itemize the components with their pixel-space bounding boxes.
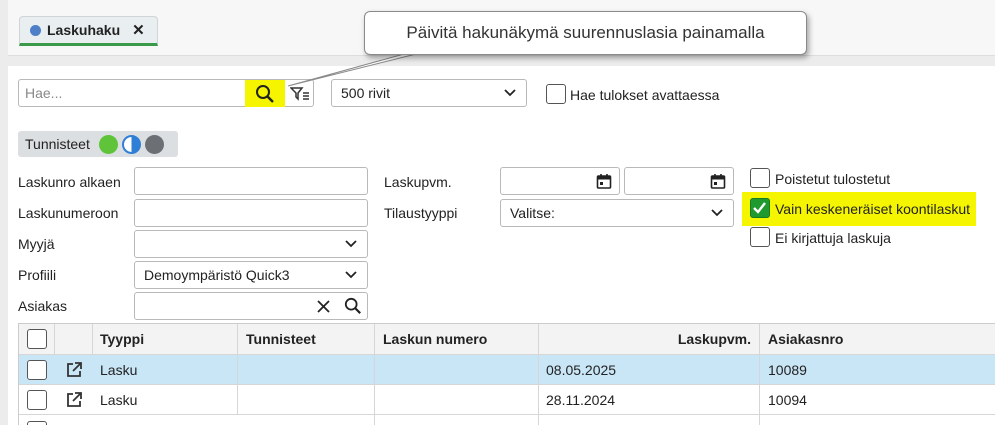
invoice-to-label: Laskunumeroon (18, 205, 119, 221)
tab-laskuhaku[interactable]: Laskuhaku ✕ (19, 16, 158, 46)
col-date-header[interactable]: Laskupvm. (539, 324, 760, 354)
identifiers-filter[interactable]: Tunnisteet (18, 131, 178, 157)
invoice-from-input[interactable] (134, 167, 368, 195)
not-posted-label: Ei kirjattuja laskuja (775, 230, 891, 246)
clear-icon[interactable] (316, 299, 331, 314)
cell-date (539, 415, 760, 425)
select-all-cell (19, 324, 55, 354)
search-box (18, 79, 314, 107)
link-header-cell (55, 324, 93, 354)
tab-close-icon[interactable]: ✕ (132, 21, 145, 39)
table-row[interactable] (19, 415, 995, 425)
row-link-cell (55, 355, 93, 384)
open-external-icon[interactable] (65, 361, 83, 379)
row-checkbox[interactable] (27, 389, 47, 410)
cell-number (375, 355, 539, 384)
chevron-down-icon (504, 89, 516, 97)
table-header-row: Tyyppi Tunnisteet Laskun numero Laskupvm… (19, 323, 995, 355)
col-customer-no-header[interactable]: Asiakasnro (760, 324, 995, 354)
cell-customer-no: 10089 (768, 361, 807, 378)
cell-date: 28.11.2024 (539, 385, 760, 414)
row-select-cell (19, 355, 55, 384)
table-row[interactable]: Lasku 28.11.2024 10094 (19, 385, 995, 415)
tab-status-dot-icon (30, 24, 41, 36)
search-button[interactable] (245, 80, 285, 107)
calendar-icon[interactable] (710, 173, 726, 189)
deleted-printed-label: Poistetut tulostetut (775, 171, 891, 187)
customer-label: Asiakas (18, 298, 68, 314)
chevron-down-icon (711, 209, 723, 217)
calendar-icon[interactable] (596, 173, 612, 189)
not-posted-checkbox[interactable] (750, 227, 770, 247)
row-select-cell (19, 385, 55, 414)
order-type-label: Tilaustyyppi (384, 205, 458, 221)
search-icon[interactable] (344, 297, 362, 315)
order-type-select-value: Valitse: (510, 205, 555, 221)
rows-select[interactable]: 500 rivit (331, 79, 527, 107)
cell-tags (238, 415, 375, 425)
invoice-date-from-input[interactable] (500, 167, 620, 195)
row-link-cell (55, 385, 93, 414)
gray-tag-icon[interactable] (144, 134, 164, 154)
unfinished-collective-checkbox[interactable] (750, 198, 770, 218)
profile-select-value: Demoympäristö Quick3 (144, 267, 290, 283)
cell-type: Lasku (93, 355, 238, 384)
row-checkbox[interactable] (27, 359, 47, 380)
chevron-down-icon (345, 271, 357, 279)
cell-number (375, 385, 539, 414)
tab-label: Laskuhaku (47, 22, 121, 38)
auto-search-checkbox[interactable] (546, 84, 566, 104)
cell-number (375, 415, 539, 425)
identifiers-label: Tunnisteet (25, 136, 90, 152)
invoice-from-label: Laskunro alkaen (18, 174, 121, 190)
row-select-cell (19, 415, 55, 425)
col-type-header[interactable]: Tyyppi (93, 324, 238, 354)
magnifier-icon (256, 84, 274, 103)
invoice-to-input[interactable] (134, 199, 368, 227)
filter-icon (289, 86, 309, 101)
filter-button[interactable] (285, 80, 314, 107)
auto-search-label: Hae tulokset avattaessa (570, 87, 720, 103)
seller-label: Myyjä (18, 236, 55, 252)
tooltip-text: Päivitä hakunäkymä suurennuslasia painam… (406, 23, 765, 42)
open-external-icon[interactable] (65, 391, 83, 409)
cell-tags (238, 385, 375, 414)
customer-input[interactable] (134, 292, 368, 320)
select-all-checkbox[interactable] (26, 329, 47, 349)
cell-tags (238, 355, 375, 384)
results-table: Tyyppi Tunnisteet Laskun numero Laskupvm… (18, 323, 995, 425)
cell-date: 08.05.2025 (539, 355, 760, 384)
seller-select[interactable] (134, 230, 368, 258)
invoice-date-to-input[interactable] (624, 167, 734, 195)
green-tag-icon[interactable] (98, 134, 118, 154)
invoice-date-label: Laskupvm. (384, 174, 452, 190)
order-type-select[interactable]: Valitse: (500, 199, 734, 227)
col-tags-header[interactable]: Tunnisteet (238, 324, 375, 354)
rows-select-value: 500 rivit (341, 85, 391, 101)
half-tag-icon[interactable] (121, 134, 141, 154)
row-checkbox[interactable] (27, 421, 47, 425)
cell-type: Lasku (93, 385, 238, 414)
deleted-printed-checkbox[interactable] (750, 168, 770, 188)
col-number-header[interactable]: Laskun numero (375, 324, 539, 354)
profile-select[interactable]: Demoympäristö Quick3 (134, 261, 368, 289)
tooltip: Päivitä hakunäkymä suurennuslasia painam… (364, 11, 807, 55)
checkmark-icon (753, 202, 766, 214)
search-input[interactable] (25, 84, 240, 102)
cell-customer-no: 10094 (768, 391, 807, 408)
chevron-down-icon (345, 240, 357, 248)
table-row[interactable]: Lasku 08.05.2025 10089 (19, 355, 995, 385)
unfinished-collective-label: Vain keskeneräiset koontilaskut (775, 201, 971, 217)
profile-label: Profiili (18, 267, 57, 283)
